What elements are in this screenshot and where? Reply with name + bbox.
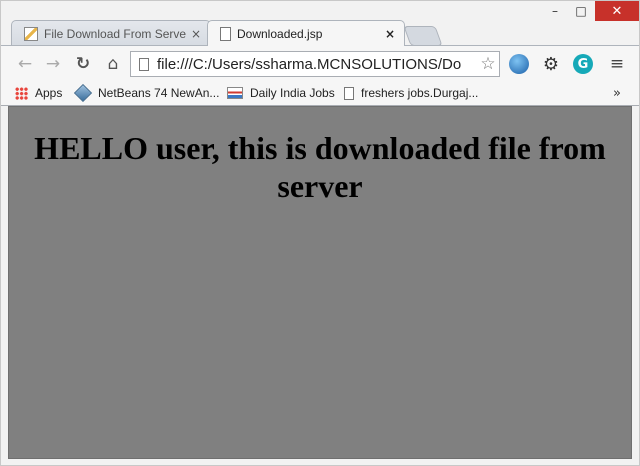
tab-close-icon[interactable]: × [382,27,398,41]
maximize-button[interactable]: □ [568,1,594,21]
globe-extension-icon[interactable] [509,54,529,74]
reload-button[interactable]: ↻ [71,52,95,76]
arrow-left-icon: ← [17,54,33,74]
bookmark-label: NetBeans 74 NewAn... [98,86,220,100]
tab-title: File Download From Serve [44,26,187,41]
bookmark-daily-india-jobs[interactable]: Daily India Jobs [227,81,335,105]
bookmarks-overflow-icon[interactable]: » [613,81,621,105]
navigation-toolbar: ← → ↻ ⌂ file:///C:/Users/ssharma.MCNSOLU… [1,45,639,82]
netbeans-icon [73,83,93,103]
home-button[interactable]: ⌂ [101,52,125,76]
apps-grid-icon [15,86,28,100]
url-text[interactable]: file:///C:/Users/ssharma.MCNSOLUTIONS/Do [157,56,477,73]
back-button[interactable]: ← [13,52,37,76]
tab-downloaded-jsp[interactable]: Downloaded.jsp × [207,20,405,46]
title-bar: – □ ✕ File Download From Serve × Downloa… [1,1,639,46]
forward-button[interactable]: → [41,52,65,76]
page-content: HELLO user, this is downloaded file from… [8,106,632,459]
bookmark-freshers-jobs[interactable]: freshers jobs.Durgaj... [344,81,478,105]
browser-window: – □ ✕ File Download From Serve × Downloa… [0,0,640,466]
page-icon [344,86,354,100]
tab-title: Downloaded.jsp [237,26,323,41]
java-icon [24,26,38,41]
arrow-right-icon: → [45,54,61,74]
minimize-button[interactable]: – [542,1,568,21]
daily-india-jobs-icon [227,87,243,99]
reload-icon: ↻ [75,54,91,74]
tab-close-icon[interactable]: × [188,27,204,41]
new-tab-button[interactable] [403,26,443,46]
bookmark-label: Apps [35,86,63,100]
bookmark-star-icon[interactable]: ☆ [477,54,499,74]
bookmark-netbeans[interactable]: NetBeans 74 NewAn... [73,81,220,105]
bookmark-label: Daily India Jobs [250,86,335,100]
page-icon [139,57,149,71]
gear-icon[interactable]: ⚙ [541,54,561,75]
tab-file-download[interactable]: File Download From Serve × [11,20,211,46]
address-bar[interactable]: file:///C:/Users/ssharma.MCNSOLUTIONS/Do… [130,51,500,77]
page-heading: HELLO user, this is downloaded file from… [34,130,606,204]
menu-icon[interactable]: ≡ [607,54,627,74]
bookmarks-bar: Apps NetBeans 74 NewAn... Daily India Jo… [1,81,639,106]
bookmark-label: freshers jobs.Durgaj... [361,86,479,100]
home-icon: ⌂ [107,54,119,74]
bookmark-apps[interactable]: Apps [15,81,62,105]
page-icon [220,26,231,41]
grammarly-icon[interactable]: G [573,54,593,74]
close-window-button[interactable]: ✕ [595,1,639,21]
